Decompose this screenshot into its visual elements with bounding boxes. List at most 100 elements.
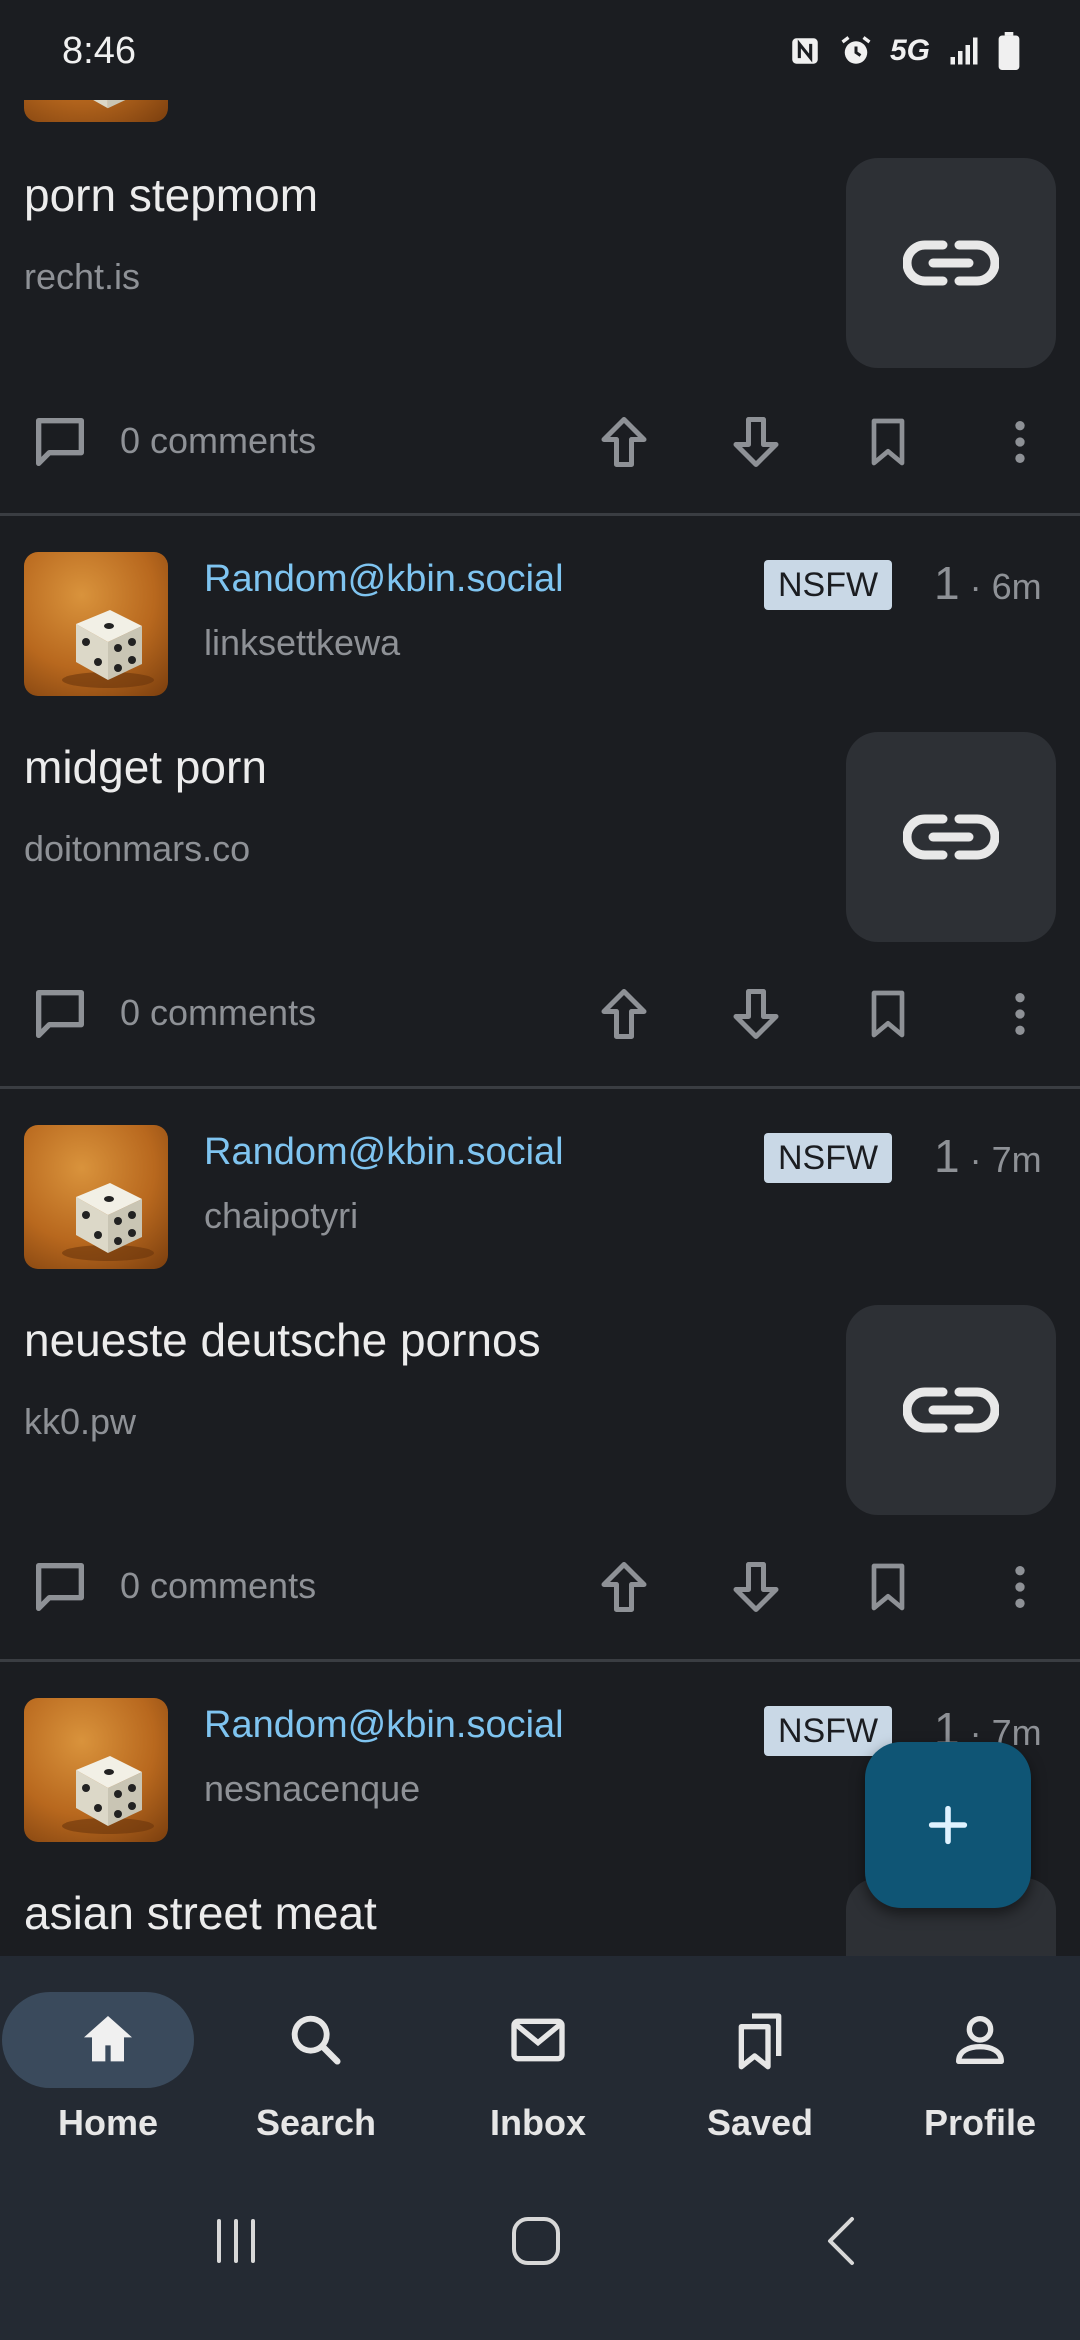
comment-icon	[36, 418, 84, 466]
bookmark-button[interactable]	[848, 1547, 928, 1627]
nav-label: Inbox	[490, 2102, 586, 2143]
more-vertical-icon	[1015, 421, 1025, 463]
comments-button[interactable]	[20, 974, 100, 1054]
nav-inbox[interactable]: Inbox	[430, 1956, 646, 2156]
post-author[interactable]: nesnacenque	[204, 1768, 420, 1810]
arrow-down-icon	[733, 989, 779, 1039]
mail-icon	[511, 2018, 565, 2062]
comment-icon	[36, 990, 84, 1038]
post-domain[interactable]: recht.is	[24, 256, 140, 298]
upvote-button[interactable]	[584, 1547, 664, 1627]
arrow-up-icon	[601, 417, 647, 467]
upvote-button[interactable]	[584, 402, 664, 482]
status-bar: 8:46 5G	[0, 0, 1080, 100]
post-title[interactable]: midget porn	[24, 740, 267, 794]
create-post-button[interactable]	[865, 1742, 1031, 1908]
downvote-button[interactable]	[716, 974, 796, 1054]
post-score: 1	[934, 1130, 960, 1182]
link-thumbnail[interactable]	[846, 158, 1056, 368]
comment-count[interactable]: 0 comments	[120, 992, 316, 1034]
bookmark-icon	[871, 418, 905, 466]
post-card[interactable]: Random@kbin.social chaipotyri NSFW 1 · 7m…	[0, 1089, 1080, 1659]
nav-label: Home	[57, 2102, 159, 2143]
nfc-icon	[792, 38, 818, 64]
nav-saved[interactable]: Saved	[652, 1956, 868, 2156]
plus-icon	[928, 1805, 968, 1845]
post-card[interactable]: Random@kbin.social linksettkewa NSFW 1 · …	[0, 516, 1080, 1086]
upvote-button[interactable]	[584, 974, 664, 1054]
recents-icon	[217, 2219, 255, 2263]
arrow-up-icon	[601, 1562, 647, 1612]
bookmark-icon	[871, 1563, 905, 1611]
comment-icon	[36, 1563, 84, 1611]
alarm-icon	[841, 36, 871, 64]
post-author[interactable]: linksettkewa	[204, 622, 400, 664]
person-icon	[956, 2016, 1004, 2064]
network-type: 5G	[889, 34, 930, 67]
post-author[interactable]: chaipotyri	[204, 1195, 358, 1237]
post-feed[interactable]: premreurabe porn stepmom recht.is 0 comm…	[0, 0, 1080, 1956]
battery-icon	[998, 32, 1020, 70]
post-score: 1	[934, 557, 960, 609]
bookmark-button[interactable]	[848, 402, 928, 482]
nav-label: Search	[255, 2102, 377, 2143]
signal-icon	[950, 37, 978, 65]
arrow-down-icon	[733, 417, 779, 467]
community-link[interactable]: Random@kbin.social	[204, 1131, 564, 1174]
link-thumbnail[interactable]	[846, 732, 1056, 942]
comments-button[interactable]	[20, 402, 100, 482]
back-icon	[828, 2217, 854, 2265]
community-avatar[interactable]	[24, 552, 168, 696]
comments-button[interactable]	[20, 1547, 100, 1627]
post-title[interactable]: porn stepmom	[24, 168, 318, 222]
community-link[interactable]: Random@kbin.social	[204, 1704, 564, 1747]
community-link[interactable]: Random@kbin.social	[204, 558, 564, 601]
nsfw-badge: NSFW	[764, 560, 893, 610]
downvote-button[interactable]	[716, 1547, 796, 1627]
arrow-up-icon	[601, 989, 647, 1039]
post-age: · 6m	[969, 566, 1042, 607]
nav-search[interactable]: Search	[208, 1956, 424, 2156]
bookmarks-icon	[738, 2013, 782, 2070]
more-vertical-icon	[1015, 993, 1025, 1035]
nav-home[interactable]: Home	[0, 1956, 216, 2156]
more-vertical-icon	[1015, 1566, 1025, 1608]
nav-label: Profile	[923, 2102, 1037, 2143]
nsfw-badge: NSFW	[764, 1706, 893, 1756]
post-domain[interactable]: kk0.pw	[24, 1401, 136, 1443]
nsfw-badge: NSFW	[764, 1133, 893, 1183]
status-time: 8:46	[62, 30, 136, 72]
system-navigation-bar	[0, 2156, 1080, 2340]
post-meta: 1 · 7m	[934, 1129, 1042, 1183]
link-thumbnail[interactable]	[846, 1305, 1056, 1515]
nav-label: Saved	[706, 2102, 814, 2143]
comment-count[interactable]: 0 comments	[120, 1565, 316, 1607]
post-age: · 7m	[969, 1139, 1042, 1180]
community-avatar[interactable]	[24, 1125, 168, 1269]
link-icon	[903, 814, 999, 860]
link-icon	[903, 240, 999, 286]
bottom-navigation: Home Search Inbox Saved Profile	[0, 1956, 1080, 2156]
link-icon	[903, 1387, 999, 1433]
comment-count[interactable]: 0 comments	[120, 420, 316, 462]
arrow-down-icon	[733, 1562, 779, 1612]
more-options-button[interactable]	[980, 402, 1060, 482]
community-avatar[interactable]	[24, 1698, 168, 1842]
more-options-button[interactable]	[980, 974, 1060, 1054]
post-title[interactable]: neueste deutsche pornos	[24, 1313, 541, 1367]
nav-profile[interactable]: Profile	[872, 1956, 1080, 2156]
post-title[interactable]: asian street meat	[24, 1886, 377, 1940]
bookmark-icon	[871, 990, 905, 1038]
recents-button[interactable]	[196, 2196, 276, 2286]
more-options-button[interactable]	[980, 1547, 1060, 1627]
status-icons: 5G	[788, 32, 1020, 70]
search-icon	[291, 2015, 341, 2065]
post-meta: 1 · 6m	[934, 556, 1042, 610]
back-button[interactable]	[800, 2196, 880, 2286]
downvote-button[interactable]	[716, 402, 796, 482]
bookmark-button[interactable]	[848, 974, 928, 1054]
home-circle-icon	[512, 2217, 560, 2265]
post-domain[interactable]: doitonmars.co	[24, 828, 250, 870]
home-icon	[84, 2016, 132, 2062]
home-system-button[interactable]	[496, 2196, 576, 2286]
